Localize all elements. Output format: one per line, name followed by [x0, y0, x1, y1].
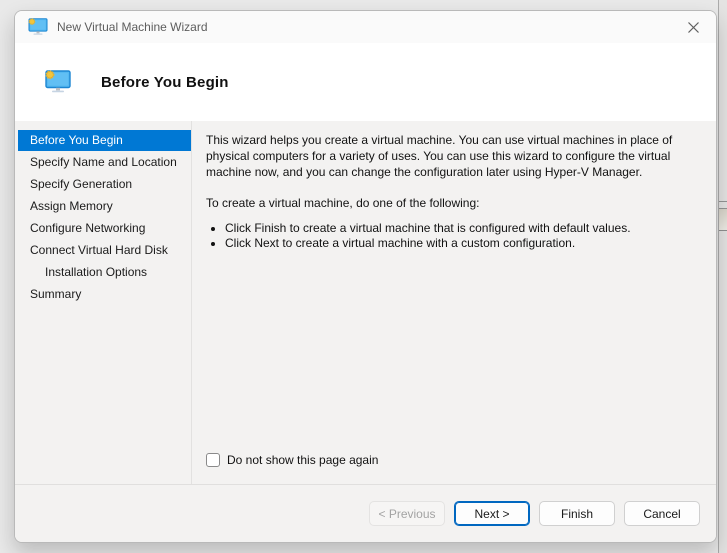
nav-item-summary[interactable]: Summary — [18, 284, 191, 305]
background-scrollbar-artifact — [719, 209, 727, 231]
new-vm-wizard-dialog: New Virtual Machine Wizard Before You Be… — [14, 10, 717, 543]
wizard-page-content: This wizard helps you create a virtual m… — [191, 121, 716, 484]
intro-paragraph: This wizard helps you create a virtual m… — [206, 133, 673, 179]
nav-item-specify-generation[interactable]: Specify Generation — [18, 174, 191, 195]
nav-item-connect-virtual-hard-disk[interactable]: Connect Virtual Hard Disk — [18, 240, 191, 261]
dont-show-again-checkbox[interactable] — [206, 453, 220, 467]
option-finish-default: Click Finish to create a virtual machine… — [225, 221, 696, 236]
previous-button: < Previous — [369, 501, 445, 526]
wizard-footer: < Previous Next > Finish Cancel — [15, 484, 716, 542]
option-next-custom: Click Next to create a virtual machine w… — [225, 236, 696, 251]
background-line — [719, 201, 727, 202]
vm-wizard-icon — [28, 18, 48, 36]
next-button[interactable]: Next > — [454, 501, 530, 526]
dont-show-again-row[interactable]: Do not show this page again — [206, 453, 378, 467]
finish-button[interactable]: Finish — [539, 501, 615, 526]
window-title: New Virtual Machine Wizard — [57, 20, 208, 34]
options-list: Click Finish to create a virtual machine… — [206, 221, 696, 250]
nav-item-specify-name-location[interactable]: Specify Name and Location — [18, 152, 191, 173]
page-title: Before You Begin — [101, 73, 229, 91]
nav-item-before-you-begin[interactable]: Before You Begin — [18, 130, 191, 151]
prompt-paragraph: To create a virtual machine, do one of t… — [206, 196, 480, 210]
vm-wizard-icon — [45, 70, 71, 94]
title-bar: New Virtual Machine Wizard — [15, 11, 716, 43]
cancel-button[interactable]: Cancel — [624, 501, 700, 526]
background-window-edge — [718, 0, 727, 553]
close-button[interactable] — [671, 11, 716, 43]
wizard-steps-nav: Before You Begin Specify Name and Locati… — [15, 121, 191, 484]
nav-item-installation-options[interactable]: Installation Options — [18, 262, 191, 283]
desktop-background: New Virtual Machine Wizard Before You Be… — [0, 0, 727, 553]
nav-item-configure-networking[interactable]: Configure Networking — [18, 218, 191, 239]
dont-show-again-label: Do not show this page again — [227, 453, 379, 467]
wizard-header: Before You Begin — [15, 43, 716, 121]
wizard-body: Before You Begin Specify Name and Locati… — [15, 121, 716, 484]
nav-item-assign-memory[interactable]: Assign Memory — [18, 196, 191, 217]
